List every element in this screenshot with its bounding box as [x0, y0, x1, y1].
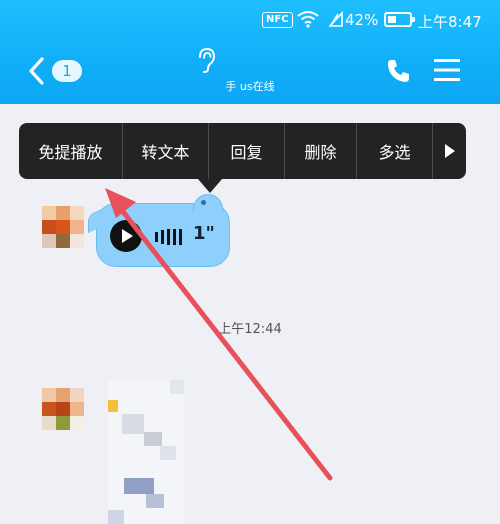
signal-icon — [329, 11, 343, 27]
message-context-menu: 免提播放 转文本 回复 删除 多选 — [19, 123, 466, 193]
chat-title-bar: 1 手 us在线 — [0, 40, 500, 104]
triangle-right-icon — [444, 144, 455, 158]
status-clock: 上午8:47 — [418, 13, 482, 31]
menu-more-button[interactable] — [433, 123, 466, 179]
menu-item-reply[interactable]: 回复 — [209, 123, 285, 179]
contact-status: 手 us在线 — [225, 80, 275, 93]
voice-duration: 1" — [193, 223, 215, 244]
menu-pointer — [198, 179, 222, 193]
battery-icon — [384, 12, 415, 27]
whale-fin — [88, 208, 102, 234]
battery-fill — [388, 16, 396, 23]
avatar[interactable] — [42, 388, 84, 430]
app-header: NFC 42% 上午8:47 1 手 us在线 — [0, 0, 500, 104]
voice-message-bubble[interactable]: 1" — [88, 194, 230, 267]
whale-eye — [201, 200, 206, 205]
wifi-icon — [297, 11, 319, 28]
nfc-indicator: NFC — [262, 12, 293, 28]
play-icon[interactable] — [109, 219, 143, 253]
audio-waveform-icon — [155, 229, 182, 245]
menu-icon[interactable] — [432, 56, 462, 84]
battery-percentage: 42% — [345, 11, 379, 29]
phone-icon[interactable] — [384, 56, 414, 86]
image-message[interactable] — [100, 380, 192, 524]
menu-item-delete[interactable]: 删除 — [285, 123, 357, 179]
message-timestamp: 上午12:44 — [218, 322, 282, 337]
avatar[interactable] — [42, 206, 84, 248]
status-bar: NFC 42% 上午8:47 — [0, 0, 500, 40]
ear-icon — [199, 47, 216, 73]
menu-item-convert-to-text[interactable]: 转文本 — [123, 123, 209, 179]
whale-head — [193, 194, 223, 212]
menu-item-multi-select[interactable]: 多选 — [357, 123, 433, 179]
menu-item-speaker-play[interactable]: 免提播放 — [19, 123, 123, 179]
